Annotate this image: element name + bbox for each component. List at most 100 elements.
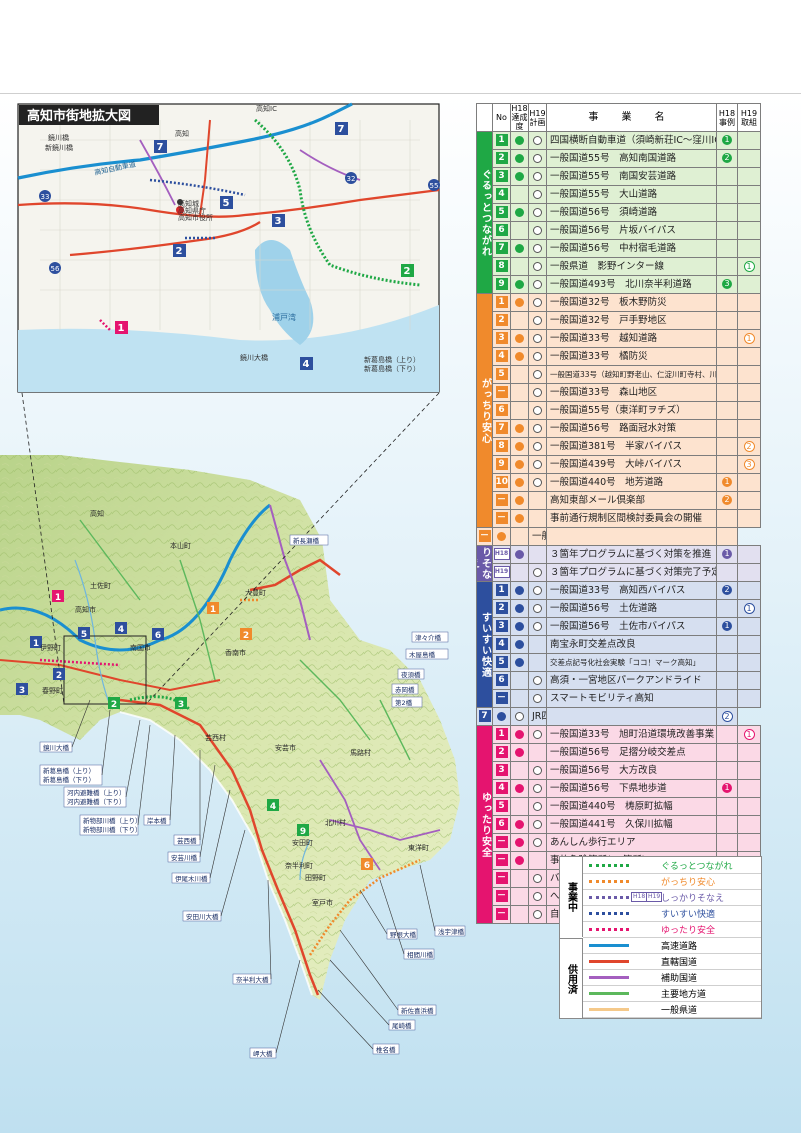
row-number: 4	[492, 779, 511, 798]
h19-action	[737, 185, 761, 204]
project-name: 一般国道56号 土佐道路	[546, 599, 717, 618]
bridge-kishimoto: 岸本橋	[147, 816, 167, 825]
h19-action	[737, 365, 761, 384]
table-header-row: No H18 達成度 H19 計画 事 業 名 H18 事例 H19 取組	[476, 103, 761, 132]
project-name: 南宝永町交差点改良	[546, 635, 717, 654]
legend-line-swatch	[589, 992, 629, 995]
h19-action	[737, 383, 761, 402]
table-row: 3 一般国道56号 土佐市バイパス 1	[476, 617, 761, 636]
bridge-kawachi-down: 河内避難橋（下り）	[67, 797, 126, 806]
h18-mark	[510, 509, 529, 528]
h19-action	[737, 419, 761, 438]
table-row: がっちり安心 1 一般国道32号 板木野防災	[476, 293, 761, 528]
project-name: JR四国土讃線連続立体交差事業	[528, 707, 547, 726]
h19-action	[737, 545, 761, 564]
h19-action	[737, 311, 761, 330]
h19-action	[737, 149, 761, 168]
h19-mark	[528, 581, 547, 600]
h19-action	[737, 491, 761, 510]
h18-example	[716, 455, 738, 474]
row-number: －	[492, 905, 511, 924]
h19-mark	[528, 689, 547, 708]
header-project-name: 事 業 名	[546, 103, 717, 132]
h19-action	[737, 635, 761, 654]
project-name: 一般県道 影野インター線	[546, 257, 717, 276]
legend-road-row: 直轄国道	[583, 953, 761, 970]
h19-mark	[528, 563, 547, 582]
h19-action	[737, 293, 761, 312]
h18-example	[716, 185, 738, 204]
row-number: 9	[492, 275, 511, 294]
row-number: －	[492, 887, 511, 906]
table-row: 5 交差点記号化社会実験「ココ！マーク高知」	[476, 653, 761, 672]
h19-mark	[528, 599, 547, 618]
h19-mark	[528, 491, 547, 510]
h19-action	[737, 131, 761, 150]
svg-text:2: 2	[56, 671, 62, 681]
inset-label-kochi: 高知	[175, 129, 189, 138]
legend-side-in-progress: 事業中	[560, 857, 583, 937]
bridge-akaoka: 赤岡橋	[395, 685, 415, 694]
table-row: 4 一般国道33号 橘防災	[476, 347, 761, 366]
project-name: 一般国道56号 土佐市バイパス	[546, 617, 717, 636]
row-number: 3	[492, 761, 511, 780]
row-number: 5	[492, 365, 511, 384]
h18-mark	[510, 491, 529, 510]
project-name: 一般国道33号（越知町野老山、仁淀川町寺村、川口）	[546, 365, 717, 384]
h19-action: 1	[737, 725, 761, 744]
h19-mark	[528, 473, 547, 492]
h18-example	[546, 707, 717, 726]
table-row: 3 一般国道56号 大方改良	[476, 761, 761, 780]
table-row: 8 一般県道 影野インター線 1	[476, 257, 761, 276]
h19-mark	[528, 545, 547, 564]
table-row: 4 南宝永町交差点改良	[476, 635, 761, 654]
h19-action	[737, 203, 761, 222]
h18-example: 2	[716, 149, 738, 168]
project-name: 一般国道56号 大方改良	[546, 761, 717, 780]
h19-mark	[528, 653, 547, 672]
h18-mark	[510, 797, 529, 816]
legend-project-row: ぐるっとつながれ	[583, 857, 761, 874]
project-table: No H18 達成度 H19 計画 事 業 名 H18 事例 H19 取組 ぐる…	[476, 103, 761, 924]
project-name: 高知東部メール倶楽部	[546, 491, 717, 510]
h18-example	[716, 221, 738, 240]
h19-mark	[528, 725, 547, 744]
category-cell: すいすい快適	[476, 581, 493, 708]
project-name: 四国横断自動車道（須崎新荘IC～窪川IC）	[546, 131, 717, 150]
h19-action	[737, 797, 761, 816]
h18-mark	[510, 383, 529, 402]
row-number: 3	[492, 167, 511, 186]
h18-mark	[510, 257, 529, 276]
row-number: 1	[492, 131, 511, 150]
bridge-kizuya: 木屋島橋	[409, 650, 436, 659]
project-name: 一般国道439号 大峠バイパス	[546, 455, 717, 474]
h18-mark	[510, 401, 529, 420]
legend-line-swatch	[589, 928, 629, 931]
h19-mark	[528, 509, 547, 528]
bridge-shinmonobe-down: 新物部川橋（下り）	[83, 825, 142, 834]
table-body: ぐるっとつながれ 1 四国横断自動車道（須崎新荘IC～窪川IC） 1 2 一般国道55号 …	[476, 131, 761, 924]
project-name: 事前通行規制区間検討委員会の開催	[546, 509, 717, 528]
h19-mark	[528, 671, 547, 690]
row-number: 8	[492, 257, 511, 276]
h18-mark	[510, 455, 529, 474]
table-row: ゆったり安全 1 一般国道33号 旭町沿道環境改善事業 1	[476, 725, 761, 924]
h19-action	[716, 527, 738, 546]
h19-action: 2	[716, 707, 738, 726]
inset-number-7: 7	[157, 142, 164, 153]
h18-mark	[510, 725, 529, 744]
h18-mark	[510, 833, 529, 852]
svg-text:高知市: 高知市	[75, 605, 96, 614]
h19-mark	[528, 383, 547, 402]
project-name: あんしん歩行エリア	[546, 833, 717, 852]
row-number: 7	[492, 239, 511, 258]
row-number: 4	[492, 635, 511, 654]
h18-mark	[510, 239, 529, 258]
h18-example: 1	[716, 779, 738, 798]
h18-mark	[510, 779, 529, 798]
project-name: スマートモビリティ高知	[546, 689, 717, 708]
table-row: しっかりそなえH18 ３箇年プログラムに基づく対策を推進1	[476, 545, 761, 582]
svg-text:6: 6	[155, 631, 161, 641]
bridge-kawachi-up: 河内避難橋（上り）	[67, 788, 126, 797]
project-name: ３箇年プログラムに基づく対策完了予定	[546, 563, 717, 582]
